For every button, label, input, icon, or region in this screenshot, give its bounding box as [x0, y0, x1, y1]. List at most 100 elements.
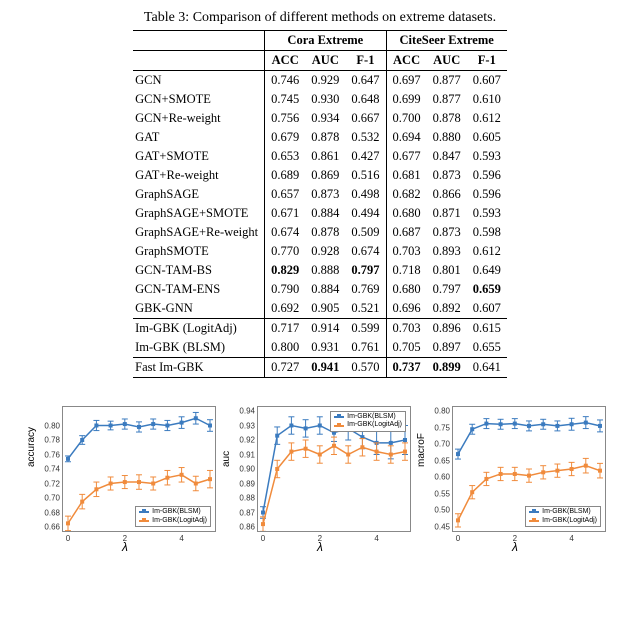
value-cell: 0.770 — [265, 242, 306, 261]
method-cell: GraphSAGE+SMOTE — [133, 204, 265, 223]
value-cell: 0.878 — [305, 223, 345, 242]
value-cell: 0.884 — [305, 204, 345, 223]
ytick: 0.78 — [44, 436, 63, 445]
value-cell: 0.928 — [305, 242, 345, 261]
xtick: 4 — [374, 534, 378, 543]
value-cell: 0.657 — [265, 185, 306, 204]
value-cell: 0.655 — [467, 338, 507, 358]
ytick: 0.76 — [44, 450, 63, 459]
value-cell: 0.746 — [265, 71, 306, 91]
value-cell: 0.659 — [467, 280, 507, 299]
value-cell: 0.847 — [427, 147, 467, 166]
legend-s2: Im-GBK(LogitAdj) — [152, 517, 207, 525]
value-cell: 0.494 — [345, 204, 386, 223]
ytick: 0.70 — [434, 440, 453, 449]
value-cell: 0.692 — [265, 299, 306, 319]
value-cell: 0.869 — [305, 166, 345, 185]
ylabel: auc — [221, 451, 232, 467]
group-cora: Cora Extreme — [265, 31, 386, 51]
col-auc-1: AUC — [305, 51, 345, 71]
ytick: 0.70 — [44, 494, 63, 503]
value-cell: 0.697 — [386, 71, 427, 91]
value-cell: 0.878 — [427, 109, 467, 128]
group-citeseer: CiteSeer Extreme — [386, 31, 507, 51]
plot-area: 0.450.500.550.600.650.700.750.80024Im-GB… — [452, 406, 606, 532]
value-cell: 0.892 — [427, 299, 467, 319]
value-cell: 0.605 — [467, 128, 507, 147]
value-cell: 0.861 — [305, 147, 345, 166]
chart-auc: auc0.860.870.880.890.900.910.920.930.940… — [225, 400, 415, 550]
legend: Im-GBK(BLSM)Im-GBK(LogitAdj) — [330, 411, 406, 432]
chart-accuracy: accuracy0.660.680.700.720.740.760.780.80… — [30, 400, 220, 550]
value-cell: 0.884 — [305, 280, 345, 299]
value-cell: 0.649 — [467, 261, 507, 280]
xtick: 4 — [569, 534, 573, 543]
value-cell: 0.878 — [305, 128, 345, 147]
ytick: 0.72 — [44, 479, 63, 488]
plot-area: 0.660.680.700.720.740.760.780.80024Im-GB… — [62, 406, 216, 532]
ytick: 0.87 — [239, 508, 258, 517]
legend-s1: Im-GBK(BLSM) — [152, 508, 201, 516]
value-cell: 0.509 — [345, 223, 386, 242]
value-cell: 0.745 — [265, 90, 306, 109]
xtick: 0 — [456, 534, 460, 543]
value-cell: 0.599 — [345, 319, 386, 339]
ytick: 0.94 — [239, 407, 258, 416]
value-cell: 0.896 — [427, 319, 467, 339]
col-acc-0: ACC — [265, 51, 306, 71]
xtick: 0 — [261, 534, 265, 543]
xlabel: λ — [317, 540, 323, 554]
ytick: 0.80 — [434, 407, 453, 416]
method-cell: GCN+Re-weight — [133, 109, 265, 128]
ytick: 0.90 — [239, 465, 258, 474]
value-cell: 0.687 — [386, 223, 427, 242]
value-cell: 0.610 — [467, 90, 507, 109]
value-cell: 0.930 — [305, 90, 345, 109]
value-cell: 0.897 — [427, 338, 467, 358]
method-cell: GraphSAGE — [133, 185, 265, 204]
value-cell: 0.880 — [427, 128, 467, 147]
plot-area: 0.860.870.880.890.900.910.920.930.94024I… — [257, 406, 411, 532]
value-cell: 0.677 — [386, 147, 427, 166]
ytick: 0.68 — [44, 508, 63, 517]
col-f-1-5: F-1 — [467, 51, 507, 71]
value-cell: 0.653 — [265, 147, 306, 166]
value-cell: 0.427 — [345, 147, 386, 166]
value-cell: 0.667 — [345, 109, 386, 128]
value-cell: 0.598 — [467, 223, 507, 242]
value-cell: 0.801 — [427, 261, 467, 280]
value-cell: 0.877 — [427, 71, 467, 91]
legend: Im-GBK(BLSM)Im-GBK(LogitAdj) — [525, 506, 601, 527]
ytick: 0.45 — [434, 523, 453, 532]
col-f-1-2: F-1 — [345, 51, 386, 71]
legend-s1: Im-GBK(BLSM) — [542, 508, 591, 516]
value-cell: 0.532 — [345, 128, 386, 147]
method-cell: GCN — [133, 71, 265, 91]
method-cell: Im-GBK (LogitAdj) — [133, 319, 265, 339]
value-cell: 0.905 — [305, 299, 345, 319]
value-cell: 0.727 — [265, 358, 306, 378]
value-cell: 0.888 — [305, 261, 345, 280]
value-cell: 0.596 — [467, 185, 507, 204]
value-cell: 0.696 — [386, 299, 427, 319]
xtick: 0 — [66, 534, 70, 543]
method-cell: Fast Im-GBK — [133, 358, 265, 378]
method-cell: Im-GBK (BLSM) — [133, 338, 265, 358]
value-cell: 0.521 — [345, 299, 386, 319]
value-cell: 0.596 — [467, 166, 507, 185]
value-cell: 0.682 — [386, 185, 427, 204]
value-cell: 0.593 — [467, 204, 507, 223]
method-cell: GBK-GNN — [133, 299, 265, 319]
ytick: 0.60 — [434, 473, 453, 482]
value-cell: 0.689 — [265, 166, 306, 185]
value-cell: 0.700 — [386, 109, 427, 128]
value-cell: 0.612 — [467, 109, 507, 128]
method-cell: GCN+SMOTE — [133, 90, 265, 109]
col-blank2 — [133, 51, 265, 71]
method-cell: GraphSMOTE — [133, 242, 265, 261]
value-cell: 0.914 — [305, 319, 345, 339]
value-cell: 0.699 — [386, 90, 427, 109]
results-table: Cora Extreme CiteSeer Extreme ACCAUCF-1A… — [133, 30, 507, 378]
value-cell: 0.756 — [265, 109, 306, 128]
method-cell: GAT+SMOTE — [133, 147, 265, 166]
